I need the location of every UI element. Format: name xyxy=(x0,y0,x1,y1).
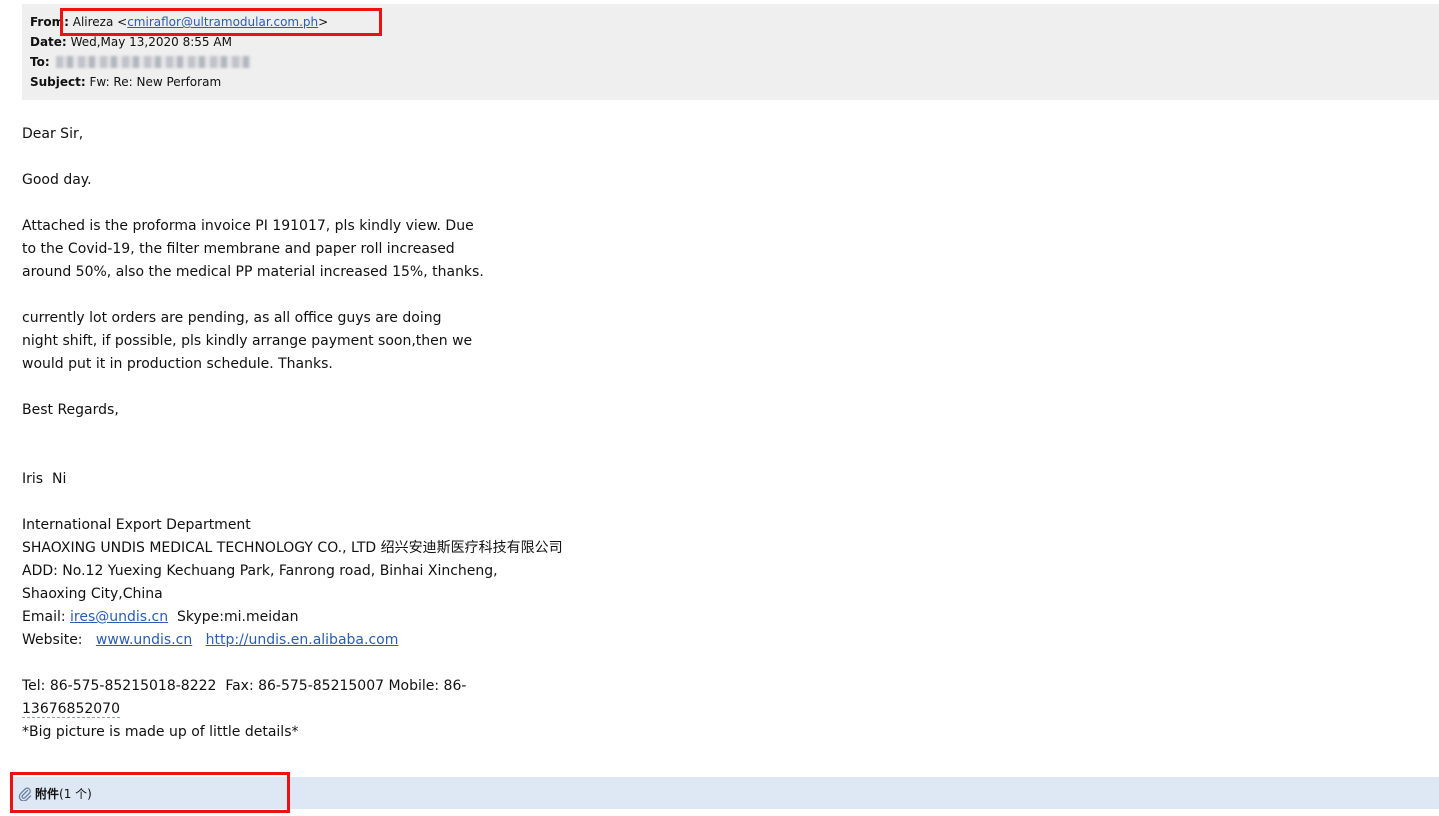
from-label: From: xyxy=(30,15,69,29)
paperclip-icon xyxy=(18,787,32,805)
date-value: Wed,May 13,2020 8:55 AM xyxy=(70,35,232,49)
signature-email-row: Email: ires@undis.cn Skype:mi.meidan xyxy=(22,606,298,629)
signature-company: SHAOXING UNDIS MEDICAL TECHNOLOGY CO., L… xyxy=(22,540,563,556)
subject-label: Subject: xyxy=(30,75,86,89)
greeting: Dear Sir, xyxy=(22,126,84,142)
subject-value: Fw: Re: New Perforam xyxy=(89,75,222,89)
signature-website-row: Website: www.undis.cn http://undis.en.al… xyxy=(22,629,398,652)
redacted-recipients xyxy=(56,56,252,68)
skype-text: Skype:mi.meidan xyxy=(168,609,299,625)
from-row: From: Alireza <cmiraflor@ultramodular.co… xyxy=(30,15,329,29)
paragraph-2-line-2: night shift, if possible, pls kindly arr… xyxy=(22,333,473,349)
mobile-number[interactable]: 13676852070 xyxy=(22,701,120,718)
email-header: From: Alireza <cmiraflor@ultramodular.co… xyxy=(22,4,1439,100)
website-label: Website: xyxy=(22,632,96,648)
attachments-title: 附件 xyxy=(35,787,60,801)
from-name: Alireza xyxy=(72,15,114,29)
attachments-header[interactable]: 附件(1 个) xyxy=(18,786,92,805)
date-label: Date: xyxy=(30,35,67,49)
signature-address-line-2: Shaoxing City,China xyxy=(22,586,163,602)
website-separator xyxy=(192,632,205,648)
attachments-bar[interactable]: 附件(1 个) xyxy=(10,777,1439,809)
paragraph-2-line-1: currently lot orders are pending, as all… xyxy=(22,310,442,326)
signature-phone-line-1: Tel: 86-575-85215018-8222 Fax: 86-575-85… xyxy=(22,678,467,694)
website-link-undis[interactable]: www.undis.cn xyxy=(96,632,192,648)
paragraph-1-line-3: around 50%, also the medical PP material… xyxy=(22,264,484,280)
signature-email-link[interactable]: ires@undis.cn xyxy=(70,609,168,625)
signature-name: Iris Ni xyxy=(22,471,67,487)
attachments-count: (1 个) xyxy=(59,787,92,801)
signature-motto: *Big picture is made up of little detail… xyxy=(22,724,299,740)
good-day-line: Good day. xyxy=(22,172,92,188)
subject-row: Subject: Fw: Re: New Perforam xyxy=(30,74,221,90)
date-row: Date: Wed,May 13,2020 8:55 AM xyxy=(30,34,232,50)
signature-address-line-1: ADD: No.12 Yuexing Kechuang Park, Fanron… xyxy=(22,563,498,579)
to-label: To: xyxy=(30,55,50,69)
paragraph-1-line-2: to the Covid-19, the filter membrane and… xyxy=(22,241,455,257)
paragraph-2-line-3: would put it in production schedule. Tha… xyxy=(22,356,333,372)
signature-phone-line-2: 13676852070 xyxy=(22,698,120,721)
signature-department: International Export Department xyxy=(22,517,251,533)
to-row: To: xyxy=(30,54,252,70)
from-email-link[interactable]: cmiraflor@ultramodular.com.ph xyxy=(127,15,318,29)
email-label: Email: xyxy=(22,609,71,625)
paragraph-1-line-1: Attached is the proforma invoice PI 1910… xyxy=(22,218,474,234)
closing: Best Regards, xyxy=(22,402,119,418)
website-link-alibaba[interactable]: http://undis.en.alibaba.com xyxy=(206,632,399,648)
